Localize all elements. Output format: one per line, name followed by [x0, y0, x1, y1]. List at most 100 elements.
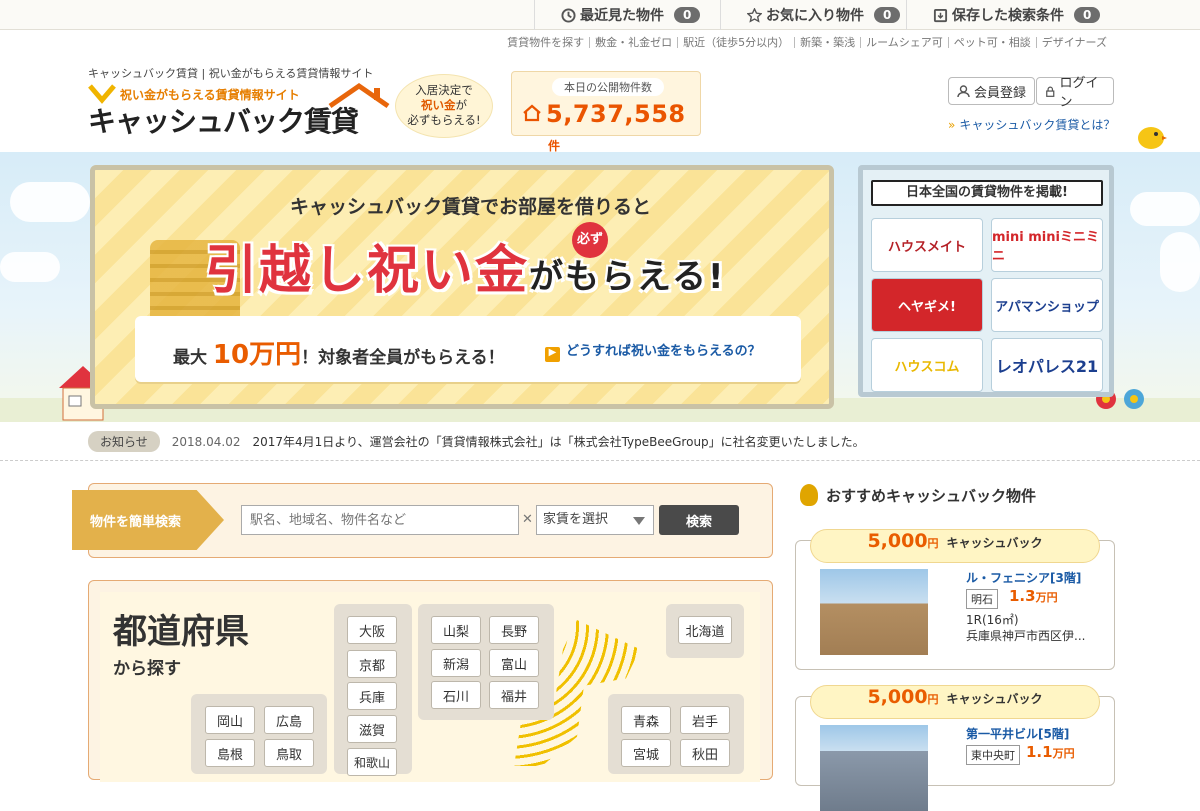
- save-icon: [933, 8, 948, 22]
- clear-icon[interactable]: ✕: [522, 512, 533, 527]
- cloud-decoration: [1160, 232, 1200, 292]
- bird-icon: [1138, 127, 1167, 149]
- property-name[interactable]: 第一平井ビル[5階]: [966, 725, 1069, 742]
- prefecture-button[interactable]: 石川: [431, 681, 481, 709]
- max-amount: 10万円: [212, 340, 302, 370]
- cashback-amount: 5,000円: [867, 530, 938, 552]
- prefecture-title: 都道府県: [113, 612, 249, 652]
- partner-logo[interactable]: ヘヤギメ!: [871, 278, 983, 332]
- recent-viewed-label: 最近見た物件: [580, 8, 664, 24]
- prefecture-button[interactable]: 島根: [205, 739, 255, 767]
- subnav-link[interactable]: 敷金・礼金ゼロ: [589, 37, 677, 48]
- cashback-amount: 5,000円: [867, 686, 938, 708]
- search-input[interactable]: [241, 505, 519, 535]
- prefecture-button[interactable]: 兵庫: [347, 682, 397, 710]
- site-logo[interactable]: 祝い金がもらえる賃貸情報サイト キャッシュバック賃貸: [86, 78, 391, 138]
- property-address: 兵庫県神戸市西区伊...: [966, 629, 1086, 643]
- prefecture-button[interactable]: 北海道: [678, 616, 732, 644]
- prefecture-subtitle: から探す: [113, 659, 181, 679]
- favorites-count-badge: 0: [874, 7, 901, 23]
- cashback-banner[interactable]: キャッシュバック賃貸でお部屋を借りると 引越し祝い金がもらえる! 必ず 最大 1…: [90, 165, 834, 409]
- notice-text[interactable]: 2017年4月1日より、運営会社の「賃貸情報株式会社」は「株式会社TypeBee…: [252, 433, 864, 450]
- cashback-amount-value: 5,000: [867, 530, 928, 552]
- property-card[interactable]: 5,000円 キャッシュバック ル・フェニシア[3階] 明石 1.3万円 1R(1…: [795, 529, 1115, 670]
- subnav-link[interactable]: デザイナーズ: [1035, 37, 1112, 48]
- prefecture-button[interactable]: 新潟: [431, 649, 481, 677]
- house-icon: [523, 104, 541, 122]
- register-label: 会員登録: [974, 85, 1027, 101]
- partner-logo[interactable]: レオパレス21: [991, 338, 1103, 392]
- saved-count-badge: 0: [1074, 7, 1101, 23]
- prefecture-button[interactable]: 宮城: [621, 739, 671, 767]
- property-price-unit: 万円: [1052, 747, 1075, 760]
- user-icon: [957, 84, 970, 97]
- subnav-link[interactable]: 駅近（徒歩5分以内）: [677, 37, 794, 48]
- subnav-link[interactable]: ペット可・相談: [947, 37, 1036, 48]
- arrow-right-icon: »: [948, 118, 956, 132]
- property-price-unit: 万円: [1035, 591, 1058, 604]
- chevron-down-icon: [633, 517, 645, 525]
- subnav-link[interactable]: 新築・築浅: [794, 37, 860, 48]
- property-photo[interactable]: [820, 725, 928, 811]
- recent-viewed-link[interactable]: 最近見た物件 0: [534, 0, 734, 30]
- subnav-link[interactable]: ルームシェア可: [860, 37, 948, 48]
- prefecture-button[interactable]: 鳥取: [264, 739, 314, 767]
- top-bar: 最近見た物件 0 お気に入り物件 0 保存した検索条件 0: [0, 0, 1200, 30]
- prefecture-button[interactable]: 岩手: [680, 706, 730, 734]
- prefecture-button[interactable]: 富山: [489, 649, 539, 677]
- prefecture-button[interactable]: 岡山: [205, 706, 255, 734]
- lock-icon: [1046, 86, 1055, 97]
- prefecture-button[interactable]: 和歌山: [347, 748, 397, 776]
- property-price-value: 1.3: [1009, 587, 1036, 605]
- property-name[interactable]: ル・フェニシア[3階]: [966, 569, 1081, 586]
- prefecture-button[interactable]: 山梨: [431, 616, 481, 644]
- recent-count-badge: 0: [674, 7, 701, 23]
- cloud-decoration: [1130, 192, 1200, 226]
- cloud-decoration: [0, 252, 60, 282]
- login-label: ログイン: [1059, 76, 1099, 110]
- search-button[interactable]: 検索: [659, 505, 739, 535]
- prefecture-button[interactable]: 長野: [489, 616, 539, 644]
- how-to-get-label: どうすれば祝い金をもらえるの？: [566, 344, 761, 359]
- cashback-ribbon: 5,000円 キャッシュバック: [810, 685, 1100, 719]
- bubble-line: が: [455, 98, 468, 112]
- listing-count-value: 5,737,558 件: [546, 100, 700, 156]
- banner-main-copy: 引越し祝い金がもらえる!: [205, 228, 726, 303]
- partner-logo[interactable]: mini miniミニミニ: [991, 218, 1103, 272]
- medal-icon: [800, 484, 818, 506]
- recommend-title-label: おすすめキャッシュバック物件: [826, 486, 1037, 505]
- notice-date: 2018.04.02: [171, 434, 241, 449]
- subnav-link[interactable]: 賃貸物件を探す: [502, 37, 589, 48]
- about-link[interactable]: » キャッシュバック賃貸とは？: [948, 116, 1115, 133]
- property-price: 1.3万円: [1009, 587, 1058, 605]
- property-photo[interactable]: [820, 569, 928, 655]
- clock-icon: [561, 7, 576, 23]
- listing-count-unit: 件: [548, 139, 561, 153]
- prefecture-button[interactable]: 青森: [621, 706, 671, 734]
- partner-logo[interactable]: ハウスコム: [871, 338, 983, 392]
- prefecture-button[interactable]: 京都: [347, 650, 397, 678]
- how-to-get-link[interactable]: ▶ どうすれば祝い金をもらえるの？: [545, 340, 761, 362]
- login-button[interactable]: ログイン: [1036, 76, 1114, 110]
- favorites-link[interactable]: お気に入り物件 0: [720, 0, 916, 30]
- partner-logo[interactable]: ハウスメイト: [871, 218, 983, 272]
- prefecture-button[interactable]: 滋賀: [347, 715, 397, 743]
- quick-search-flag: 物件を簡単検索: [72, 490, 224, 550]
- prefecture-button[interactable]: 福井: [489, 681, 539, 709]
- rent-select[interactable]: 家賃を選択: [536, 505, 654, 535]
- favorites-label: お気に入り物件: [766, 8, 864, 24]
- prefecture-button[interactable]: 広島: [264, 706, 314, 734]
- cashback-yen: 円: [927, 693, 939, 706]
- listing-count-number: 5,737,558: [546, 100, 686, 128]
- saved-search-link[interactable]: 保存した検索条件 0: [906, 0, 1116, 30]
- cashback-ribbon: 5,000円 キャッシュバック: [810, 529, 1100, 563]
- promo-bubble: 入居決定で 祝い金が 必ずもらえる!: [395, 74, 493, 138]
- register-button[interactable]: 会員登録: [948, 77, 1036, 105]
- prefecture-button[interactable]: 秋田: [680, 739, 730, 767]
- property-card[interactable]: 5,000円 キャッシュバック 第一平井ビル[5階] 東中央町 1.1万円: [795, 685, 1115, 811]
- partner-logo[interactable]: アパマンショップ: [991, 278, 1103, 332]
- cashback-amount-value: 5,000: [867, 686, 928, 708]
- arrow-right-icon: ▶: [545, 347, 560, 362]
- prefecture-button[interactable]: 大阪: [347, 616, 397, 644]
- logo-title: キャッシュバック賃貸: [88, 105, 359, 138]
